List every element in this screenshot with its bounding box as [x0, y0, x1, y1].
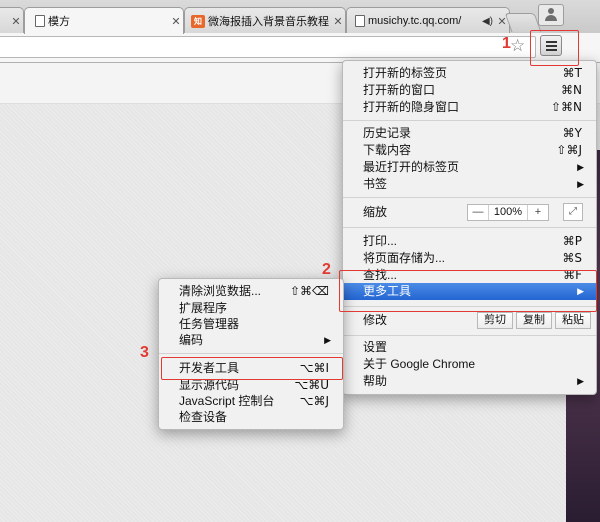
annotation-number: 3: [140, 344, 149, 361]
tab-music[interactable]: musichy.tc.qq.com/ ◀) ✕: [346, 7, 510, 34]
menu-item-about-chrome[interactable]: 关于 Google Chrome: [343, 356, 596, 373]
close-icon[interactable]: ✕: [9, 15, 23, 28]
chevron-right-icon: ▶: [577, 376, 584, 386]
cut-button[interactable]: 剪切: [477, 312, 513, 329]
menu-item-help[interactable]: 帮助 ▶: [343, 373, 596, 390]
annotation-box-developer-tools: [161, 357, 343, 380]
menu-item-save-page[interactable]: 将页面存储为... ⌘S: [343, 250, 596, 267]
menu-item-new-tab[interactable]: 打开新的标签页 ⌘T: [343, 65, 596, 82]
tab-title: 模方: [48, 16, 70, 28]
paste-button[interactable]: 粘贴: [555, 312, 591, 329]
edit-buttons: 剪切 复制 粘贴: [477, 312, 594, 329]
tab-title: musichy.tc.qq.com/: [368, 15, 462, 27]
zoom-level: 100%: [488, 205, 528, 220]
submenu-item-extensions[interactable]: 扩展程序: [159, 300, 343, 317]
submenu-item-encoding[interactable]: 编码 ▶: [159, 332, 343, 349]
chevron-right-icon: ▶: [577, 162, 584, 172]
page-icon: [35, 15, 45, 27]
zoom-in-button[interactable]: +: [528, 205, 548, 220]
submenu-item-inspect-devices[interactable]: 检查设备: [159, 409, 343, 426]
menu-item-incognito[interactable]: 打开新的隐身窗口 ⇧⌘N: [343, 99, 596, 116]
menu-separator: [343, 227, 596, 228]
menu-item-history[interactable]: 历史记录 ⌘Y: [343, 125, 596, 142]
zoom-control: — 100% +: [467, 204, 549, 221]
chrome-menu: 打开新的标签页 ⌘T 打开新的窗口 ⌘N 打开新的隐身窗口 ⇧⌘N 历史记录 ⌘Y 下载…: [342, 60, 597, 395]
submenu-item-task-manager[interactable]: 任务管理器: [159, 316, 343, 333]
zoom-out-button[interactable]: —: [468, 205, 488, 220]
tab-active[interactable]: 模方 ✕: [24, 7, 184, 34]
address-bar[interactable]: [0, 36, 536, 58]
copy-button[interactable]: 复制: [516, 312, 552, 329]
fullscreen-icon[interactable]: ⤢: [563, 203, 583, 221]
tab-strip: ✕ 模方 ✕ 知 微海报插入背景音乐教程 ✕ musichy.tc.qq.com…: [0, 0, 600, 34]
menu-item-settings[interactable]: 设置: [343, 339, 596, 356]
annotation-number: 2: [322, 261, 331, 278]
menu-item-zoom: 缩放 — 100% + ⤢: [343, 203, 596, 221]
close-icon[interactable]: ✕: [331, 15, 345, 28]
menu-item-downloads[interactable]: 下载内容 ⇧⌘J: [343, 142, 596, 159]
menu-item-new-window[interactable]: 打开新的窗口 ⌘N: [343, 82, 596, 99]
speaker-icon: ◀): [481, 15, 493, 27]
annotation-box-menu-button: [530, 30, 579, 66]
submenu-item-clear-browsing-data[interactable]: 清除浏览数据... ⇧⌘⌫: [159, 283, 343, 300]
chevron-right-icon: ▶: [324, 335, 331, 345]
menu-separator: [343, 197, 596, 198]
menu-item-edit: 修改 剪切 复制 粘贴: [343, 312, 596, 329]
page-icon: [355, 15, 365, 27]
menu-separator: [343, 120, 596, 121]
submenu-item-javascript-console[interactable]: JavaScript 控制台 ⌥⌘J: [159, 393, 343, 410]
annotation-box-more-tools: [339, 270, 597, 312]
tab-previous[interactable]: ✕: [0, 7, 24, 34]
menu-separator: [159, 353, 343, 354]
menu-separator: [343, 335, 596, 336]
site-logo-icon: 知: [191, 14, 205, 28]
chevron-right-icon: ▶: [577, 179, 584, 189]
menu-item-print[interactable]: 打印... ⌘P: [343, 233, 596, 250]
menu-item-bookmarks[interactable]: 书签 ▶: [343, 176, 596, 193]
annotation-number: 1: [502, 35, 511, 52]
more-tools-submenu: 清除浏览数据... ⇧⌘⌫ 扩展程序 任务管理器 编码 ▶ 开发者工具 ⌥⌘I 显示源…: [158, 278, 344, 430]
avatar-head: [548, 8, 554, 14]
profile-button[interactable]: [538, 4, 564, 26]
bookmark-star-icon[interactable]: ☆: [510, 36, 525, 56]
tab-title: 微海报插入背景音乐教程: [208, 16, 329, 28]
tab-wechat-tutorial[interactable]: 知 微海报插入背景音乐教程 ✕: [184, 7, 346, 34]
close-icon[interactable]: ✕: [169, 15, 183, 28]
avatar-body: [545, 15, 557, 21]
menu-item-recent-tabs[interactable]: 最近打开的标签页 ▶: [343, 159, 596, 176]
